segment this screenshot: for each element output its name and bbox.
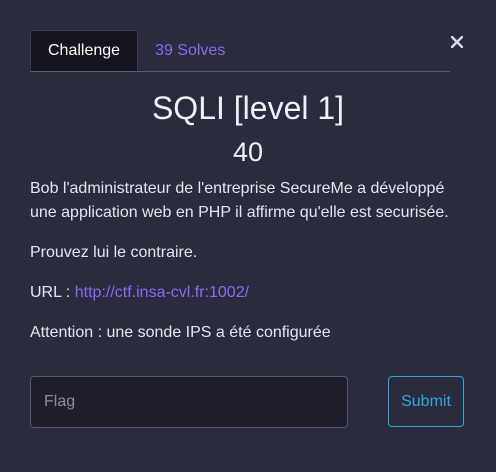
close-icon [451, 36, 463, 48]
tab-bar: Challenge 39 Solves [30, 30, 450, 72]
challenge-title: SQLI [level 1] [151, 90, 345, 126]
tab-solves[interactable]: 39 Solves [138, 31, 242, 71]
challenge-modal: Challenge 39 Solves SQLI [level 1] 40 Bo… [0, 0, 496, 472]
challenge-points: 40 [232, 137, 264, 167]
close-button[interactable] [448, 31, 466, 53]
submit-button[interactable]: Submit [388, 376, 464, 427]
challenge-description: Bob l'administrateur de l'entreprise Sec… [30, 177, 470, 361]
url-label: URL : [30, 284, 75, 301]
flag-input[interactable] [30, 376, 348, 428]
description-url-line: URL : http://ctf.insa-cvl.fr:1002/ [30, 281, 470, 305]
challenge-url-link[interactable]: http://ctf.insa-cvl.fr:1002/ [75, 284, 249, 301]
tab-challenge[interactable]: Challenge [30, 30, 139, 71]
description-paragraph: Attention : une sonde IPS a été configur… [30, 324, 331, 341]
description-paragraph: Prouvez lui le contraire. [30, 244, 198, 261]
description-paragraph: Bob l'administrateur de l'entreprise Sec… [30, 180, 449, 221]
